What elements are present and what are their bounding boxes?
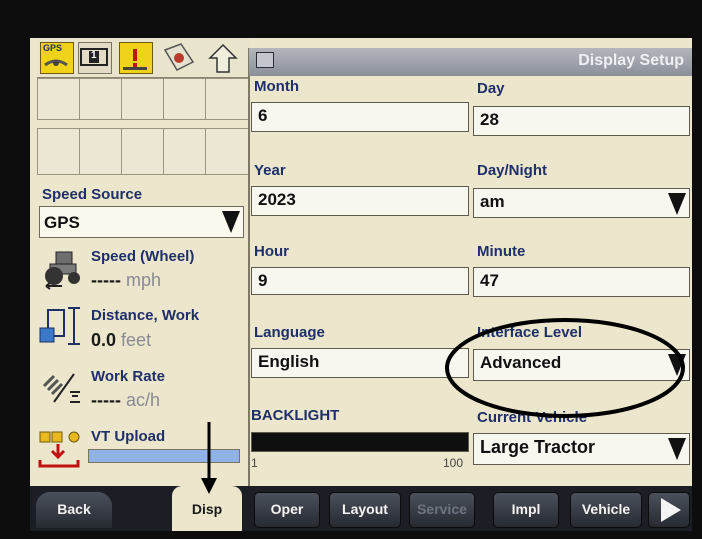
speed-source-value: GPS xyxy=(44,213,80,232)
speed-source-label: Speed Source xyxy=(42,186,143,203)
work-rate-readout: ----- ac/h xyxy=(91,390,160,411)
month-label: Month xyxy=(254,78,299,95)
grid-cell xyxy=(163,78,207,120)
speed-source-select[interactable]: GPS xyxy=(39,206,244,238)
year-field[interactable]: 2023 xyxy=(251,186,469,216)
language-select[interactable]: English xyxy=(251,348,469,378)
day-night-select[interactable]: am xyxy=(473,188,690,218)
backlight-min: 1 xyxy=(251,456,258,470)
current-vehicle-value: Large Tractor xyxy=(480,437,596,457)
panel-divider xyxy=(248,48,250,486)
grid-cell xyxy=(121,128,165,175)
speed-value: ----- xyxy=(91,270,121,290)
play-right-icon xyxy=(661,498,681,522)
annotation-circle xyxy=(445,318,685,418)
chevron-down-icon xyxy=(222,211,240,233)
tractor-icon xyxy=(42,248,86,290)
minute-field[interactable]: 47 xyxy=(473,267,690,297)
day-label: Day xyxy=(477,80,505,97)
tab-back[interactable]: Back xyxy=(36,492,112,528)
day-night-label: Day/Night xyxy=(477,162,548,179)
page-title: Display Setup xyxy=(578,52,684,69)
grid-cell xyxy=(37,128,81,175)
oper-button[interactable]: Oper xyxy=(254,492,320,528)
speed-label: Speed (Wheel) xyxy=(91,248,195,265)
grid-cell xyxy=(79,78,123,120)
chevron-down-icon xyxy=(668,438,686,460)
work-rate-value: ----- xyxy=(91,390,121,410)
hour-field[interactable]: 9 xyxy=(251,267,469,295)
distance-label: Distance, Work xyxy=(91,307,200,324)
up-arrow-icon[interactable] xyxy=(207,42,239,73)
impl-button[interactable]: Impl xyxy=(493,492,559,528)
vt-upload-icon xyxy=(38,424,84,470)
grid-cell xyxy=(205,128,250,175)
distance-readout: 0.0 feet xyxy=(91,330,151,351)
distance-icon xyxy=(38,304,88,350)
layout-button[interactable]: Layout xyxy=(329,492,401,528)
screen-header: Display Setup xyxy=(249,48,692,76)
current-vehicle-select[interactable]: Large Tractor xyxy=(473,433,690,465)
section-one-icon[interactable]: 1 xyxy=(78,42,112,74)
grid-cell xyxy=(121,78,165,120)
language-label: Language xyxy=(254,324,325,341)
alert-icon[interactable] xyxy=(119,42,153,74)
speed-readout: ----- mph xyxy=(91,270,161,291)
work-rate-unit: ac/h xyxy=(126,390,161,410)
annotation-arrow xyxy=(201,422,217,494)
screen-icon xyxy=(256,52,274,68)
vt-upload-label: VT Upload xyxy=(91,428,166,445)
distance-unit: feet xyxy=(121,330,152,350)
month-field[interactable]: 6 xyxy=(251,102,469,132)
gps-icon[interactable]: GPS xyxy=(40,42,74,74)
service-button[interactable]: Service xyxy=(409,492,475,528)
backlight-slider[interactable] xyxy=(251,432,469,452)
backlight-slider-fill xyxy=(252,433,468,451)
distance-value: 0.0 xyxy=(91,330,117,350)
day-night-value: am xyxy=(480,192,505,211)
grid-cell xyxy=(37,78,81,120)
day-field[interactable]: 28 xyxy=(473,106,690,136)
grid-cell xyxy=(79,128,123,175)
backlight-label: BACKLIGHT xyxy=(251,407,340,424)
minute-label: Minute xyxy=(477,243,526,260)
year-label: Year xyxy=(254,162,286,179)
work-rate-icon xyxy=(40,368,86,408)
backlight-max: 100 xyxy=(443,456,464,470)
status-icon-bar: GPS 1 xyxy=(37,38,249,78)
hour-label: Hour xyxy=(254,243,289,260)
next-page-button[interactable] xyxy=(648,492,690,528)
chevron-down-icon xyxy=(668,193,686,215)
bottom-nav: Back Disp Oper Layout Service Impl Vehic… xyxy=(30,486,692,531)
work-rate-label: Work Rate xyxy=(91,368,165,385)
rate-icon[interactable] xyxy=(161,42,195,72)
speed-unit: mph xyxy=(126,270,162,290)
grid-cell xyxy=(205,78,250,120)
vehicle-button[interactable]: Vehicle xyxy=(570,492,642,528)
grid-cell xyxy=(163,128,207,175)
